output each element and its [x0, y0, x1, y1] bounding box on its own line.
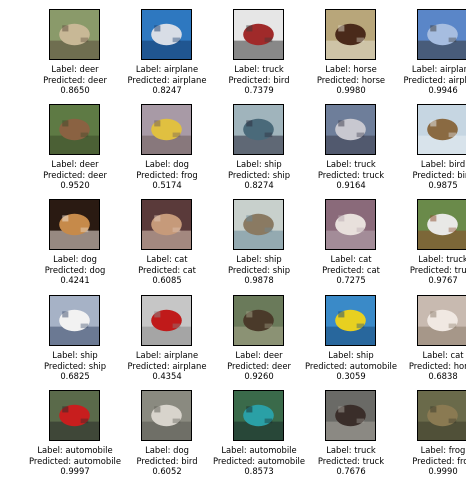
prediction-cell: Label: birdPredicted: bird0.9875: [393, 104, 466, 200]
sample-image: [141, 9, 192, 60]
confidence-score-text: 0.9990: [428, 466, 458, 477]
sample-image: [141, 390, 192, 441]
true-label-text: Label: cat: [422, 350, 464, 360]
predicted-label-text: Predicted: truck: [409, 264, 466, 275]
sample-image: [141, 104, 192, 155]
sample-image: [325, 104, 376, 155]
sample-image: [141, 199, 192, 250]
confidence-score-text: 0.9875: [428, 180, 458, 191]
sample-image: [233, 199, 284, 250]
sample-image: [233, 390, 284, 441]
sample-image: [417, 295, 466, 346]
sample-image: [417, 199, 466, 250]
true-label-text: Label: airplane: [411, 64, 466, 74]
sample-image: [49, 295, 100, 346]
prediction-grid: Label: deer Predicted: deer 0.8650 Label: a…: [0, 0, 466, 481]
sample-image: [49, 9, 100, 60]
confidence-score-text: 0.9946: [428, 85, 458, 96]
sample-image: [233, 104, 284, 155]
true-label-text: Label: bird: [420, 159, 466, 169]
prediction-cell: Label: frogPredicted: frog0.9990: [393, 390, 466, 486]
sample-image: [325, 199, 376, 250]
sample-image: [49, 104, 100, 155]
sample-image: [417, 9, 466, 60]
predicted-label-text: Predicted: airplane: [403, 74, 466, 85]
true-label-text: Label: truck: [418, 254, 466, 264]
predicted-label-text: Predicted: frog: [412, 455, 466, 466]
confidence-score-text: 0.6838: [428, 371, 458, 382]
true-label-text: Label: frog: [420, 445, 466, 455]
sample-image: [417, 390, 466, 441]
sample-image: [49, 199, 100, 250]
predicted-label-text: Predicted: horse: [408, 360, 466, 371]
sample-image: [233, 295, 284, 346]
sample-image: [325, 9, 376, 60]
sample-image: [233, 9, 284, 60]
sample-image: [325, 295, 376, 346]
prediction-cell: Label: airplanePredicted: airplane0.9946: [393, 9, 466, 105]
sample-image: [325, 390, 376, 441]
prediction-cell: Label: truckPredicted: truck0.9767: [393, 199, 466, 295]
sample-image: [49, 390, 100, 441]
confidence-score-text: 0.9767: [428, 275, 458, 286]
prediction-cell: Label: catPredicted: horse0.6838: [393, 295, 466, 391]
predicted-label-text: Predicted: bird: [412, 169, 466, 180]
sample-image: [417, 104, 466, 155]
sample-image: [141, 295, 192, 346]
